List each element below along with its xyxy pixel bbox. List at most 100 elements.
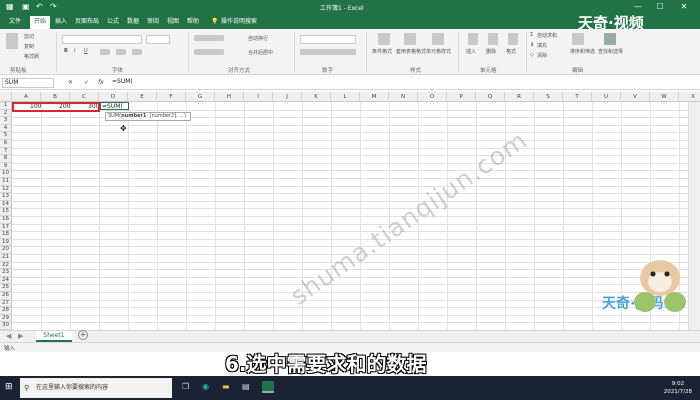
clear-button[interactable]: 清除: [537, 52, 547, 59]
tab-formulas[interactable]: 公式: [104, 17, 122, 26]
file-explorer-icon[interactable]: ▬: [222, 382, 230, 391]
horizontal-align-icons[interactable]: [194, 49, 224, 55]
tab-page-layout[interactable]: 页面布局: [72, 17, 102, 26]
row-header-1[interactable]: 1: [0, 102, 12, 110]
row-header-3[interactable]: 3: [0, 117, 12, 125]
maximize-button[interactable]: ☐: [652, 1, 668, 13]
insert-function-button[interactable]: fx: [98, 79, 104, 86]
column-header-w[interactable]: W: [650, 92, 679, 102]
row-header-27[interactable]: 27: [0, 299, 12, 308]
row-header-16[interactable]: 16: [0, 216, 12, 224]
cancel-formula-button[interactable]: ✕: [68, 79, 73, 86]
column-header-m[interactable]: M: [360, 92, 389, 102]
row-header-6[interactable]: 6: [0, 140, 12, 148]
tab-view[interactable]: 视图: [164, 17, 182, 26]
row-header-9[interactable]: 9: [0, 162, 12, 171]
task-view-icon[interactable]: ❐: [182, 382, 189, 391]
number-format-icons[interactable]: [300, 49, 356, 55]
table-format-icon[interactable]: [404, 33, 416, 45]
row-header-22[interactable]: 22: [0, 261, 12, 270]
column-header-n[interactable]: N: [389, 92, 418, 102]
row-header-20[interactable]: 20: [0, 246, 12, 254]
row-header-21[interactable]: 21: [0, 254, 12, 262]
name-box[interactable]: SUM: [2, 78, 54, 88]
column-header-a[interactable]: A: [12, 92, 41, 102]
add-sheet-button[interactable]: +: [78, 330, 88, 340]
column-header-e[interactable]: E: [128, 92, 157, 102]
wrap-text-button[interactable]: 自动换行: [248, 35, 268, 42]
column-header-l[interactable]: L: [331, 92, 360, 102]
sort-filter-icon[interactable]: [572, 33, 584, 45]
italic-icon[interactable]: I: [74, 48, 75, 54]
border-icon[interactable]: [100, 49, 110, 55]
column-header-u[interactable]: U: [592, 92, 621, 102]
row-header-30[interactable]: 30: [0, 322, 12, 330]
insert-cells-icon[interactable]: [468, 33, 478, 45]
format-painter-button[interactable]: 格式刷: [24, 53, 39, 60]
taskbar-clock[interactable]: 9:02 2021/7/28: [664, 380, 692, 396]
column-header-b[interactable]: B: [41, 92, 70, 102]
fill-button[interactable]: 填充: [537, 42, 547, 49]
sort-filter-button[interactable]: 排序和筛选: [570, 48, 595, 55]
sheet-nav-right-icon[interactable]: ▶: [18, 332, 23, 340]
column-header-p[interactable]: P: [447, 92, 476, 102]
row-header-2[interactable]: 2: [0, 109, 12, 118]
taskbar-search-box[interactable]: ⚲ 在这里输入你要搜索的内容: [20, 378, 172, 398]
tab-home[interactable]: 开始: [30, 16, 51, 29]
row-header-29[interactable]: 29: [0, 314, 12, 323]
format-cells-icon[interactable]: [508, 33, 518, 45]
row-header-18[interactable]: 18: [0, 231, 12, 239]
edge-icon[interactable]: ◉: [202, 382, 209, 391]
row-header-4[interactable]: 4: [0, 124, 12, 133]
delete-cells-button[interactable]: 删除: [486, 48, 496, 55]
column-header-r[interactable]: R: [505, 92, 534, 102]
copy-button[interactable]: 复制: [24, 43, 34, 50]
font-size-dropdown[interactable]: [146, 35, 170, 44]
row-header-19[interactable]: 19: [0, 238, 12, 247]
delete-cells-icon[interactable]: [488, 33, 498, 45]
column-header-g[interactable]: G: [186, 92, 215, 102]
column-header-d[interactable]: D: [99, 92, 128, 102]
sheet-tab-sheet1[interactable]: Sheet1: [36, 331, 72, 342]
save-icon[interactable]: ▣: [22, 2, 30, 12]
select-all-corner[interactable]: [0, 92, 12, 102]
format-cells-button[interactable]: 格式: [506, 48, 516, 55]
number-format-dropdown[interactable]: [300, 35, 356, 44]
row-header-23[interactable]: 23: [0, 269, 12, 277]
column-header-k[interactable]: K: [302, 92, 331, 102]
column-header-q[interactable]: Q: [476, 92, 505, 102]
row-header-11[interactable]: 11: [0, 178, 12, 186]
column-header-x[interactable]: X: [679, 92, 700, 102]
excel-taskbar-icon[interactable]: [262, 381, 274, 393]
column-header-s[interactable]: S: [534, 92, 563, 102]
autosum-button[interactable]: 自动求和: [537, 32, 557, 39]
column-header-i[interactable]: I: [244, 92, 273, 102]
row-header-10[interactable]: 10: [0, 170, 12, 178]
tell-me-search[interactable]: 操作说明搜索: [218, 17, 260, 26]
column-header-h[interactable]: H: [215, 92, 244, 102]
row-header-13[interactable]: 13: [0, 193, 12, 201]
paste-icon[interactable]: [6, 33, 18, 49]
find-select-icon[interactable]: [604, 33, 616, 45]
enter-formula-button[interactable]: ✓: [84, 79, 89, 86]
redo-icon[interactable]: ↷: [50, 2, 57, 12]
insert-cells-button[interactable]: 插入: [466, 48, 476, 55]
column-header-v[interactable]: V: [621, 92, 650, 102]
row-header-28[interactable]: 28: [0, 307, 12, 315]
row-header-12[interactable]: 12: [0, 185, 12, 194]
cell-styles-icon[interactable]: [432, 33, 444, 45]
store-icon[interactable]: ▤: [242, 382, 250, 391]
vertical-align-icons[interactable]: [194, 35, 224, 41]
worksheet-grid[interactable]: ABCDEFGHIJKLMNOPQRSTUVWX 1 2 3 4 5 6 7 8 9 10 11 12…: [0, 92, 700, 330]
tooltip-arg1[interactable]: number1: [121, 113, 146, 119]
format-as-table-button[interactable]: 套用表格格式: [396, 48, 426, 55]
conditional-format-icon[interactable]: [378, 33, 390, 45]
column-header-t[interactable]: T: [563, 92, 592, 102]
conditional-format-button[interactable]: 条件格式: [372, 48, 392, 55]
merge-center-button[interactable]: 合并后居中: [248, 49, 273, 56]
tab-data[interactable]: 数据: [124, 17, 142, 26]
row-header-14[interactable]: 14: [0, 200, 12, 209]
row-header-8[interactable]: 8: [0, 155, 12, 163]
column-header-c[interactable]: C: [70, 92, 99, 102]
windows-start-icon[interactable]: ⊞: [5, 382, 13, 392]
